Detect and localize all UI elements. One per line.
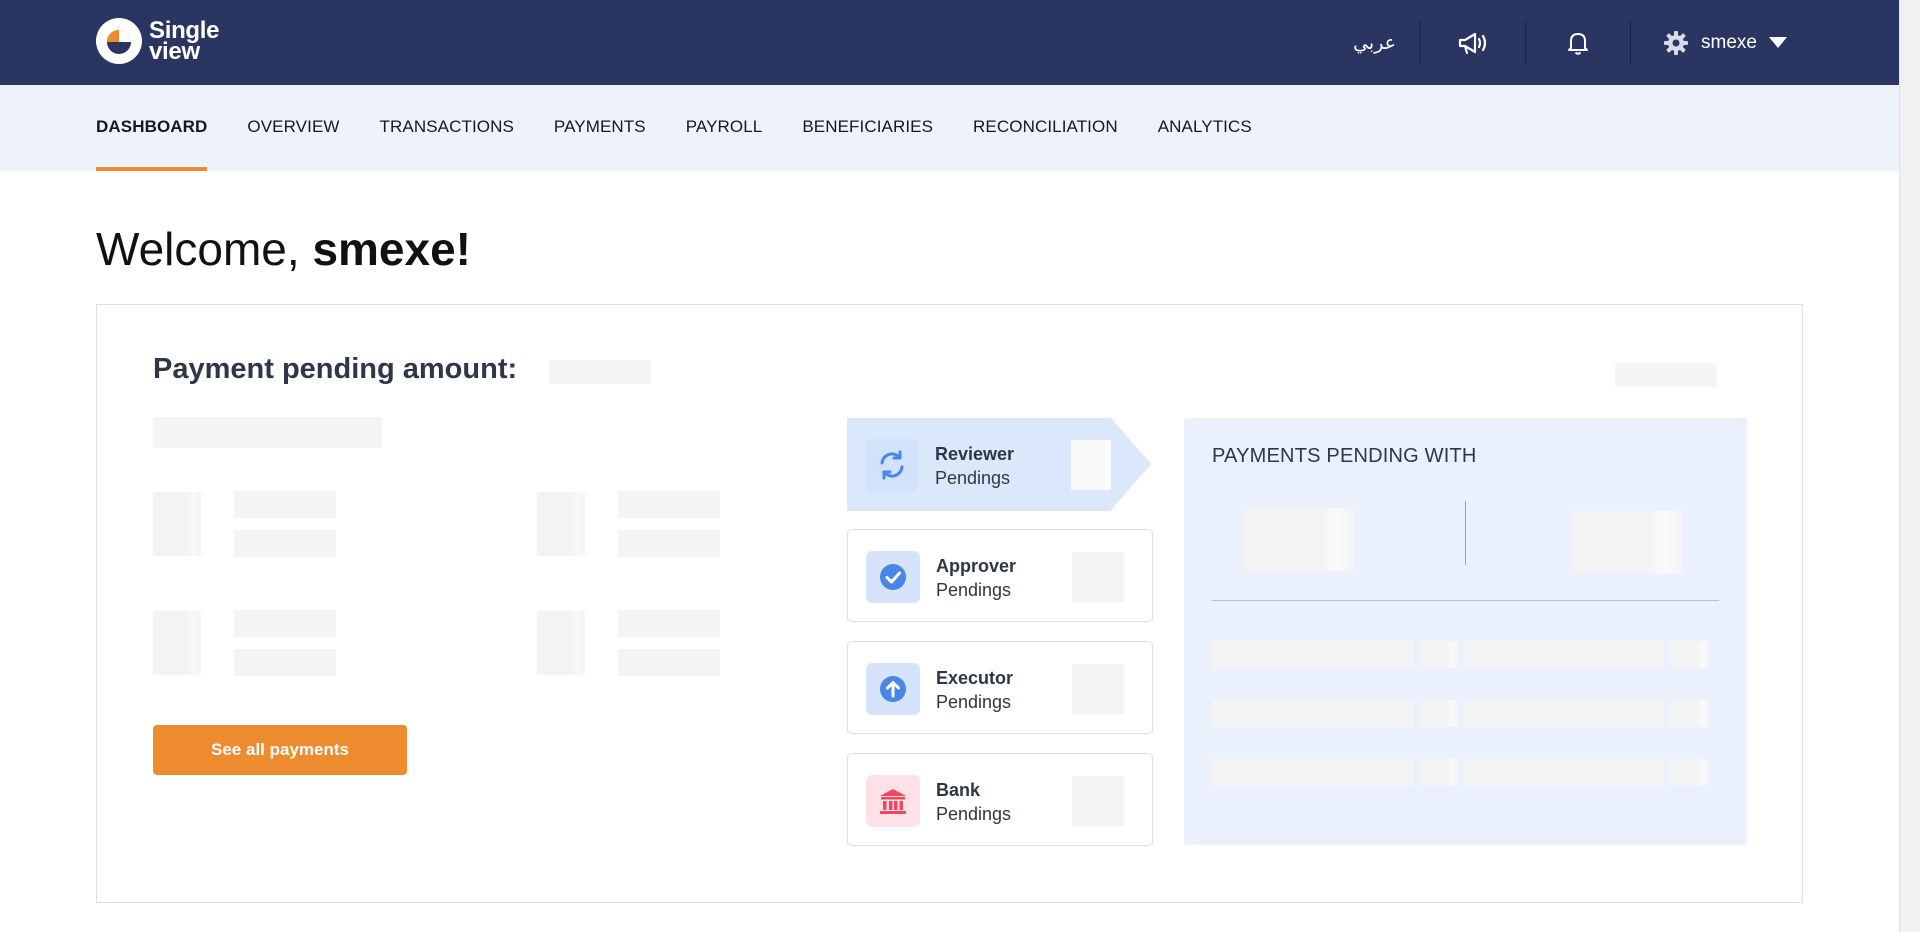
- approver-pendings[interactable]: Approver Pendings: [847, 529, 1153, 622]
- loading-placeholder: [1212, 759, 1414, 786]
- page-title: Welcome, smexe!: [96, 223, 471, 275]
- loading-placeholder: [618, 491, 720, 518]
- pending-count-placeholder: [1072, 552, 1124, 602]
- loading-placeholder: [234, 530, 336, 557]
- loading-placeholder: [1244, 508, 1354, 571]
- loading-placeholder: [1420, 759, 1458, 786]
- nav-tab-overview[interactable]: OVERVIEW: [247, 85, 339, 171]
- loading-placeholder: [234, 649, 336, 676]
- loading-placeholder: [1464, 641, 1664, 668]
- panel-divider: [1212, 600, 1719, 601]
- loading-placeholder: [1670, 641, 1708, 668]
- nav-tab-payments[interactable]: PAYMENTS: [554, 85, 646, 171]
- payments-pending-with-panel: PAYMENTS PENDING WITH: [1184, 418, 1747, 845]
- pending-count-placeholder: [1072, 776, 1124, 826]
- loading-placeholder: [1670, 700, 1708, 727]
- announcements-button[interactable]: [1421, 30, 1525, 56]
- bell-icon: [1568, 32, 1589, 55]
- loading-placeholder: [153, 611, 201, 675]
- main-nav: DASHBOARD OVERVIEW TRANSACTIONS PAYMENTS…: [0, 85, 1899, 171]
- app-logo[interactable]: Single view: [96, 17, 220, 65]
- pending-count-placeholder: [1072, 664, 1124, 714]
- see-all-payments-button[interactable]: See all payments: [153, 725, 407, 775]
- user-name: smexe: [1701, 31, 1757, 53]
- arrow-up-circle-icon: [866, 663, 920, 715]
- refresh-icon: [865, 439, 919, 491]
- pending-label: Reviewer Pendings: [935, 444, 1015, 488]
- loading-placeholder: [1212, 641, 1414, 668]
- caret-down-icon: [1769, 37, 1787, 48]
- loading-placeholder: [618, 610, 720, 637]
- loading-placeholder: [1572, 511, 1682, 574]
- language-switch[interactable]: عربي: [1329, 32, 1420, 54]
- pending-amount-label: Payment pending amount:: [153, 353, 518, 385]
- bank-pendings[interactable]: Bank Pendings: [847, 753, 1153, 846]
- top-header: Single view عربي smexe: [0, 0, 1899, 85]
- payments-summary-card: Payment pending amount: See all payments…: [96, 304, 1803, 903]
- loading-placeholder: [153, 417, 382, 448]
- loading-placeholder: [1464, 700, 1664, 727]
- loading-placeholder: [1670, 759, 1708, 786]
- logo-text: Single view: [149, 17, 220, 65]
- panel-divider: [1465, 501, 1466, 565]
- loading-placeholder: [153, 492, 201, 556]
- pending-count-placeholder: [1071, 440, 1123, 490]
- page-scrollbar[interactable]: [1899, 0, 1920, 932]
- card-action-placeholder: [1615, 363, 1717, 387]
- pending-label: Approver Pendings: [936, 556, 1017, 600]
- loading-placeholder: [1212, 700, 1414, 727]
- loading-placeholder: [234, 491, 336, 518]
- loading-placeholder: [1420, 641, 1458, 668]
- nav-tab-dashboard[interactable]: DASHBOARD: [96, 85, 208, 171]
- reviewer-pendings[interactable]: Reviewer Pendings: [847, 418, 1151, 511]
- loading-placeholder: [1420, 700, 1458, 727]
- loading-placeholder: [618, 649, 720, 676]
- bank-icon: [866, 775, 920, 827]
- loading-placeholder: [1464, 759, 1664, 786]
- pending-label: Executor Pendings: [936, 668, 1014, 712]
- notifications-button[interactable]: [1526, 30, 1630, 56]
- loading-placeholder: [537, 492, 585, 556]
- nav-tab-payroll[interactable]: PAYROLL: [686, 85, 763, 171]
- pending-label: Bank Pendings: [936, 780, 1012, 824]
- nav-tab-analytics[interactable]: ANALYTICS: [1158, 85, 1252, 171]
- user-menu[interactable]: smexe: [1631, 30, 1787, 56]
- gear-icon: [1664, 30, 1689, 55]
- loading-placeholder: [234, 610, 336, 637]
- megaphone-icon: [1458, 32, 1487, 54]
- pending-amount-placeholder: [549, 360, 651, 384]
- loading-placeholder: [537, 611, 585, 675]
- loading-placeholder: [618, 530, 720, 557]
- nav-tab-reconciliation[interactable]: RECONCILIATION: [973, 85, 1118, 171]
- nav-tab-transactions[interactable]: TRANSACTIONS: [380, 85, 514, 171]
- header-actions: عربي smexe: [1329, 0, 1787, 85]
- executor-pendings[interactable]: Executor Pendings: [847, 641, 1153, 734]
- nav-tab-beneficiaries[interactable]: BENEFICIARIES: [802, 85, 933, 171]
- panel-title: PAYMENTS PENDING WITH: [1212, 445, 1477, 467]
- logo-mark-icon: [96, 18, 142, 64]
- check-circle-icon: [866, 551, 920, 603]
